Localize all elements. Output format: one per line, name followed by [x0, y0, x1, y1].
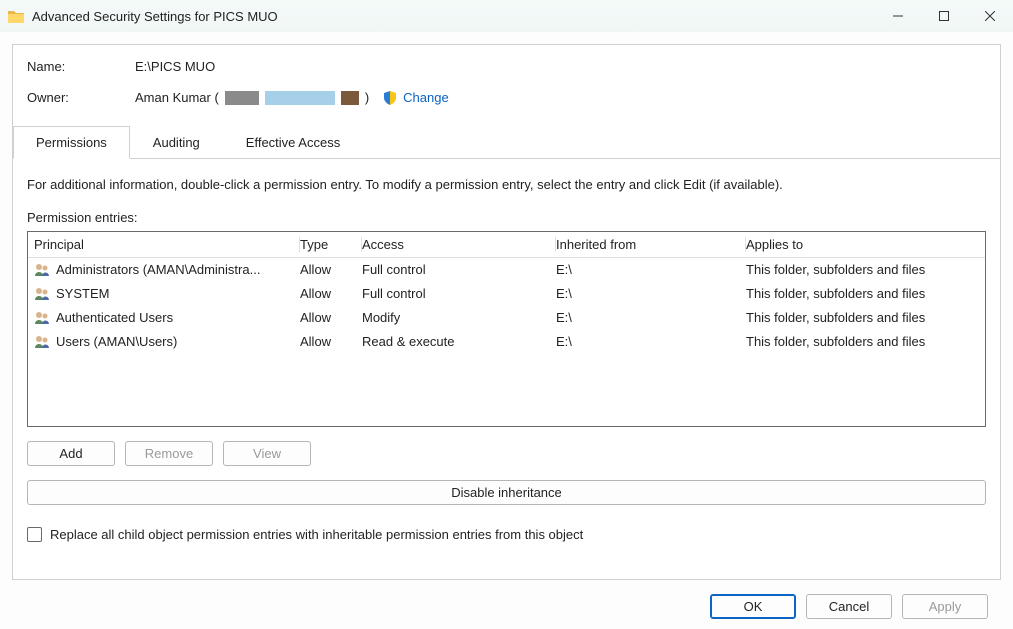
- remove-button[interactable]: Remove: [125, 441, 213, 466]
- window-title: Advanced Security Settings for PICS MUO: [32, 9, 875, 24]
- cell-type: Allow: [300, 308, 362, 328]
- owner-prefix: Aman Kumar (: [135, 90, 219, 105]
- disable-inheritance-button[interactable]: Disable inheritance: [27, 480, 986, 505]
- cell-access: Full control: [362, 284, 556, 304]
- name-label: Name:: [27, 59, 135, 74]
- view-button[interactable]: View: [223, 441, 311, 466]
- cell-type: Allow: [300, 332, 362, 352]
- folder-icon: [8, 9, 24, 23]
- name-row: Name: E:\PICS MUO: [27, 59, 986, 74]
- cell-inherited: E:\: [556, 332, 746, 352]
- redacted-segment: [341, 91, 359, 105]
- owner-suffix: ): [365, 90, 369, 105]
- cancel-button[interactable]: Cancel: [806, 594, 892, 619]
- dialog-footer: OK Cancel Apply: [710, 594, 988, 619]
- table-header: Principal Type Access Inherited from App…: [28, 232, 985, 258]
- cell-applies: This folder, subfolders and files: [746, 308, 979, 328]
- cell-inherited: E:\: [556, 260, 746, 280]
- replace-checkbox[interactable]: [27, 527, 42, 542]
- table-row[interactable]: Authenticated Users AllowModifyE:\This fo…: [28, 306, 985, 330]
- tab-permissions[interactable]: Permissions: [13, 126, 130, 159]
- cell-inherited: E:\: [556, 308, 746, 328]
- table-row[interactable]: SYSTEM AllowFull controlE:\This folder, s…: [28, 282, 985, 306]
- col-principal[interactable]: Principal: [34, 237, 300, 252]
- instruction-text: For additional information, double-click…: [27, 177, 986, 192]
- cell-type: Allow: [300, 284, 362, 304]
- tab-strip: Permissions Auditing Effective Access: [13, 125, 1000, 159]
- entries-label: Permission entries:: [27, 210, 986, 225]
- redacted-segment: [265, 91, 335, 105]
- replace-check-row[interactable]: Replace all child object permission entr…: [27, 527, 986, 542]
- cell-inherited: E:\: [556, 284, 746, 304]
- shield-icon: [383, 91, 397, 105]
- cell-access: Modify: [362, 308, 556, 328]
- users-icon: [34, 287, 50, 301]
- cell-principal: Authenticated Users: [56, 308, 173, 328]
- change-owner-link[interactable]: Change: [403, 90, 449, 105]
- cell-principal: SYSTEM: [56, 284, 109, 304]
- cell-applies: This folder, subfolders and files: [746, 332, 979, 352]
- cell-applies: This folder, subfolders and files: [746, 284, 979, 304]
- cell-applies: This folder, subfolders and files: [746, 260, 979, 280]
- name-value: E:\PICS MUO: [135, 59, 215, 74]
- tab-body: For additional information, double-click…: [27, 159, 986, 542]
- tab-effective-access[interactable]: Effective Access: [223, 126, 363, 159]
- cell-principal: Administrators (AMAN\Administra...: [56, 260, 260, 280]
- owner-value: Aman Kumar ( ) Change: [135, 90, 449, 105]
- main-panel: Name: E:\PICS MUO Owner: Aman Kumar ( ) …: [12, 44, 1001, 580]
- cell-access: Read & execute: [362, 332, 556, 352]
- maximize-button[interactable]: [921, 0, 967, 32]
- owner-label: Owner:: [27, 90, 135, 105]
- col-access[interactable]: Access: [362, 237, 556, 252]
- minimize-button[interactable]: [875, 0, 921, 32]
- cell-access: Full control: [362, 260, 556, 280]
- replace-label: Replace all child object permission entr…: [50, 527, 583, 542]
- users-icon: [34, 311, 50, 325]
- col-inherited[interactable]: Inherited from: [556, 237, 746, 252]
- users-icon: [34, 263, 50, 277]
- owner-row: Owner: Aman Kumar ( ) Change: [27, 90, 986, 105]
- ok-button[interactable]: OK: [710, 594, 796, 619]
- titlebar: Advanced Security Settings for PICS MUO: [0, 0, 1013, 32]
- close-button[interactable]: [967, 0, 1013, 32]
- cell-type: Allow: [300, 260, 362, 280]
- col-applies[interactable]: Applies to: [746, 237, 979, 252]
- add-button[interactable]: Add: [27, 441, 115, 466]
- users-icon: [34, 335, 50, 349]
- cell-principal: Users (AMAN\Users): [56, 332, 177, 352]
- col-type[interactable]: Type: [300, 237, 362, 252]
- apply-button[interactable]: Apply: [902, 594, 988, 619]
- redacted-segment: [225, 91, 259, 105]
- table-row[interactable]: Administrators (AMAN\Administra... AllowF…: [28, 258, 985, 282]
- window-controls: [875, 0, 1013, 32]
- tab-auditing[interactable]: Auditing: [130, 126, 223, 159]
- table-row[interactable]: Users (AMAN\Users) AllowRead & executeE:\…: [28, 330, 985, 354]
- button-row: Add Remove View: [27, 441, 986, 466]
- permission-table[interactable]: Principal Type Access Inherited from App…: [27, 231, 986, 427]
